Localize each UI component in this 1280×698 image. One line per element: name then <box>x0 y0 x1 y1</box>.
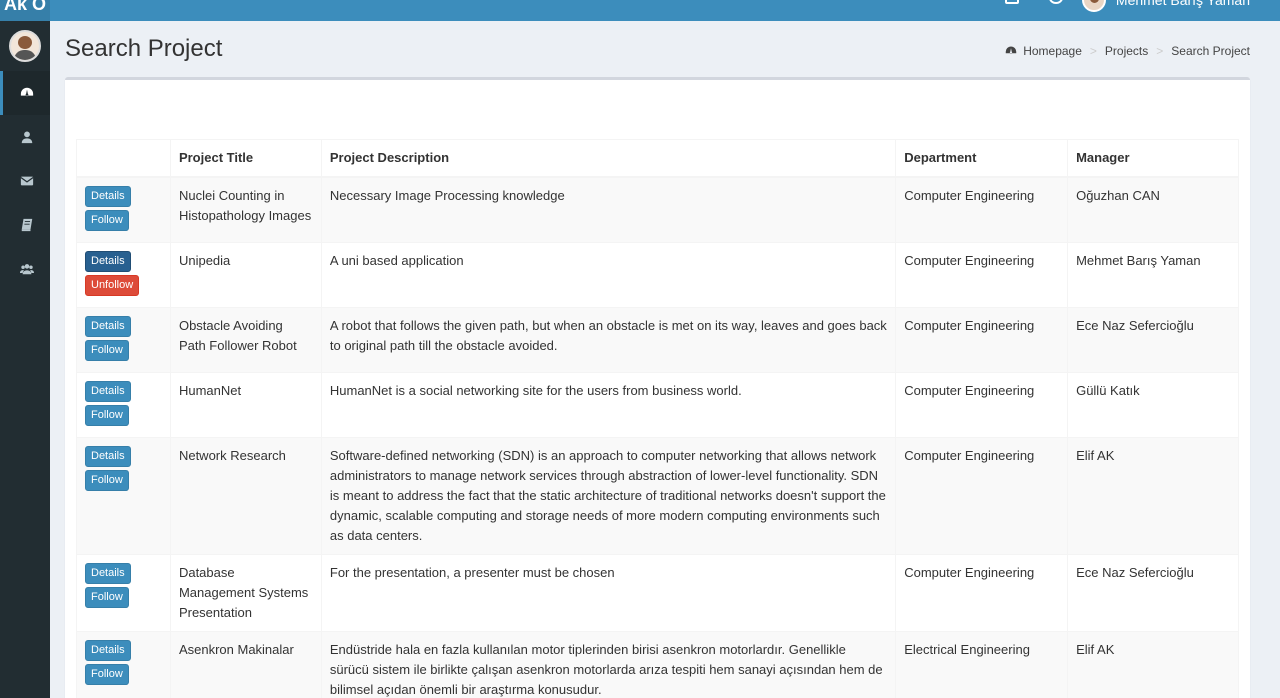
project-description: Endüstride hala en fazla kullanılan moto… <box>320 631 897 698</box>
project-manager: Ece Naz Sefercioğlu <box>1067 554 1239 632</box>
user-name: Mehmet Barış Yaman <box>1115 0 1250 8</box>
details-button[interactable]: Details <box>85 640 131 661</box>
sidebar-menu <box>0 71 50 291</box>
sidebar-item-dashboard[interactable] <box>0 71 50 115</box>
table-header-row: Project Title Project Description Depart… <box>76 139 1239 178</box>
project-description: A uni based application <box>320 242 897 308</box>
details-button[interactable]: Details <box>85 381 131 402</box>
table-row: Details Follow Nuclei Counting in Histopat… <box>76 176 1239 243</box>
details-button[interactable]: Details <box>85 186 131 207</box>
project-department: Computer Engineering <box>895 176 1069 243</box>
sidebar-item-projects[interactable] <box>0 203 50 247</box>
notifications-icon[interactable] <box>1049 0 1063 4</box>
column-header-actions <box>76 139 171 178</box>
content-header: Search Project Homepage > Projects > Sea… <box>65 35 1250 65</box>
breadcrumb-projects[interactable]: Projects <box>1105 44 1148 58</box>
unfollow-button[interactable]: Unfollow <box>85 275 140 296</box>
user-icon <box>21 131 32 144</box>
project-department: Computer Engineering <box>895 437 1069 555</box>
column-header-department: Department <box>895 139 1069 178</box>
sidebar-item-profile[interactable] <box>0 115 50 159</box>
project-description: HumanNet is a social networking site for… <box>320 372 897 438</box>
follow-button[interactable]: Follow <box>85 587 129 608</box>
row-actions: Details Follow <box>76 176 171 243</box>
menu-toggle-icon[interactable] <box>65 0 79 6</box>
project-manager: Elif AK <box>1067 631 1239 698</box>
project-manager: Oğuzhan CAN <box>1067 176 1239 243</box>
breadcrumb-current: Search Project <box>1171 44 1250 58</box>
project-title: Obstacle Avoiding Path Follower Robot <box>169 307 322 373</box>
project-department: Computer Engineering <box>895 372 1069 438</box>
row-actions: Details Follow <box>76 307 171 373</box>
book-icon <box>21 218 32 232</box>
column-header-title: Project Title <box>169 139 322 178</box>
app-logo[interactable]: Ak O <box>0 0 50 21</box>
table-row: Details Follow Obstacle Avoiding Path Foll… <box>76 307 1239 373</box>
follow-button[interactable]: Follow <box>85 470 129 491</box>
details-button[interactable]: Details <box>85 446 131 467</box>
row-actions: Details Follow <box>76 437 171 555</box>
projects-box: Project Title Project Description Depart… <box>65 77 1250 698</box>
details-button[interactable]: Details <box>85 563 131 584</box>
table-row: Details Follow HumanNet HumanNet is a socia… <box>76 372 1239 438</box>
project-department: Computer Engineering <box>895 242 1069 308</box>
row-actions: Details Follow <box>76 554 171 632</box>
project-title: HumanNet <box>169 372 322 438</box>
sidebar-item-messages[interactable] <box>0 159 50 203</box>
details-button[interactable]: Details <box>85 316 131 337</box>
table-row: Details Follow Network Research Software-de… <box>76 437 1239 555</box>
follow-button[interactable]: Follow <box>85 664 129 685</box>
breadcrumb-separator: > <box>1089 44 1097 58</box>
sidebar-item-groups[interactable] <box>0 247 50 291</box>
column-header-manager: Manager <box>1067 139 1239 178</box>
table-row: Details Follow Database Management Systems… <box>76 554 1239 632</box>
table-row: Details Follow Asenkron Makinalar Endüstrid… <box>76 631 1239 698</box>
row-actions: Details Unfollow <box>76 242 171 308</box>
project-manager: Elif AK <box>1067 437 1239 555</box>
project-title: Network Research <box>169 437 322 555</box>
top-navbar: Ak O Mehmet Barış Yaman <box>0 0 1280 21</box>
project-description: Software-defined networking (SDN) is an … <box>320 437 897 555</box>
user-menu[interactable]: Mehmet Barış Yaman <box>1081 0 1250 12</box>
project-department: Computer Engineering <box>895 307 1069 373</box>
project-title: Nuclei Counting in Histopathology Images <box>169 176 322 243</box>
breadcrumb-homepage[interactable]: Homepage <box>1023 44 1082 58</box>
envelope-icon <box>20 176 33 186</box>
project-description: A robot that follows the given path, but… <box>320 307 897 373</box>
project-department: Electrical Engineering <box>895 631 1069 698</box>
sidebar <box>0 21 50 698</box>
follow-button[interactable]: Follow <box>85 210 129 231</box>
details-button[interactable]: Details <box>85 251 131 272</box>
users-icon <box>19 264 34 275</box>
table-row: Details Unfollow Unipedia A uni based appli… <box>76 242 1239 308</box>
project-title: Database Management Systems Presentation <box>169 554 322 632</box>
row-actions: Details Follow <box>76 372 171 438</box>
messages-icon[interactable] <box>1005 0 1019 4</box>
project-department: Computer Engineering <box>895 554 1069 632</box>
dashboard-icon <box>20 87 33 97</box>
breadcrumb-separator: > <box>1156 44 1164 58</box>
project-title: Asenkron Makinalar <box>169 631 322 698</box>
follow-button[interactable]: Follow <box>85 405 129 426</box>
row-actions: Details Follow <box>76 631 171 698</box>
project-description: For the presentation, a presenter must b… <box>320 554 897 632</box>
sidebar-avatar <box>9 30 41 62</box>
user-avatar <box>1081 0 1106 12</box>
project-manager: Güllü Katık <box>1067 372 1239 438</box>
project-title: Unipedia <box>169 242 322 308</box>
project-manager: Ece Naz Sefercioğlu <box>1067 307 1239 373</box>
projects-table: Project Title Project Description Depart… <box>76 139 1239 698</box>
follow-button[interactable]: Follow <box>85 340 129 361</box>
project-description: Necessary Image Processing knowledge <box>320 176 897 243</box>
column-header-description: Project Description <box>320 139 897 178</box>
dashboard-icon <box>1005 46 1017 54</box>
breadcrumb: Homepage > Projects > Search Project <box>1005 44 1250 58</box>
project-manager: Mehmet Barış Yaman <box>1067 242 1239 308</box>
